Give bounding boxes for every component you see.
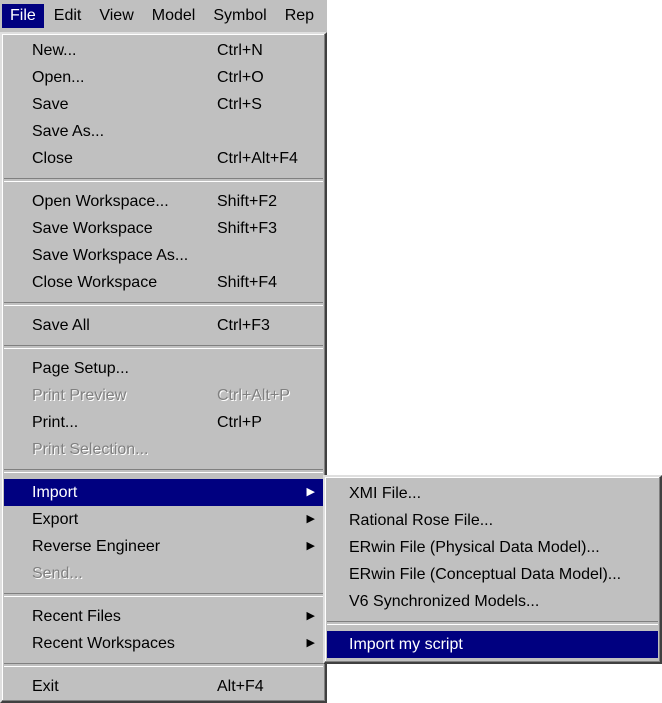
menu-edit[interactable]: Edit [46, 4, 90, 28]
menu-item-label: Save As... [32, 123, 105, 140]
menu-item-shortcut: Shift+F2 [217, 193, 278, 210]
menu-item-label: Reverse Engineer [32, 538, 161, 555]
menu-item-label: Recent Workspaces [32, 635, 175, 652]
menu-item-print[interactable]: Print... Ctrl+P [4, 409, 323, 436]
menu-item-label: Print... [32, 414, 79, 431]
menu-symbol[interactable]: Symbol [205, 4, 274, 28]
menu-item-save[interactable]: Save Ctrl+S [4, 91, 323, 118]
menu-item-recent-workspaces[interactable]: Recent Workspaces ▶ [4, 630, 323, 657]
menu-item-shortcut: Shift+F3 [217, 220, 278, 237]
menu-item-label: V6 Synchronized Models... [349, 593, 540, 610]
menu-item-label: Open Workspace... [32, 193, 169, 210]
menu-item-label: Recent Files [32, 608, 121, 625]
menu-item-send: Send... [4, 560, 323, 587]
menu-item-shortcut: Ctrl+Alt+F4 [217, 150, 298, 167]
menu-item-label: ERwin File (Conceptual Data Model)... [349, 566, 622, 583]
menu-item-shortcut: Ctrl+P [217, 414, 262, 431]
menu-item-label: Send... [32, 565, 83, 582]
menu-separator [4, 345, 323, 349]
menu-file[interactable]: File [2, 4, 44, 28]
menu-item-new[interactable]: New... Ctrl+N [4, 37, 323, 64]
menu-separator [4, 178, 323, 182]
triangle-right-icon: ▶ [306, 637, 315, 649]
menu-item-page-setup[interactable]: Page Setup... [4, 355, 323, 382]
menu-item-recent-files[interactable]: Recent Files ▶ [4, 603, 323, 630]
menu-separator [4, 469, 323, 473]
menu-item-label: Print Preview [32, 387, 127, 404]
menu-item-label: XMI File... [349, 485, 422, 502]
menu-item-label: Save Workspace [32, 220, 153, 237]
menu-item-shortcut: Ctrl+O [217, 69, 264, 86]
menu-item-export[interactable]: Export ▶ [4, 506, 323, 533]
menu-item-import[interactable]: Import ▶ [4, 479, 323, 506]
submenu-item-v6-synchronized-models[interactable]: V6 Synchronized Models... [327, 588, 658, 615]
menu-item-label: Save [32, 96, 69, 113]
menu-item-print-preview: Print Preview Ctrl+Alt+P [4, 382, 323, 409]
menu-item-print-selection: Print Selection... [4, 436, 323, 463]
menu-item-label: Exit [32, 678, 59, 695]
menu-item-label: Import [32, 484, 78, 501]
menu-view[interactable]: View [91, 4, 141, 28]
triangle-right-icon: ▶ [306, 540, 315, 552]
menu-item-label: Rational Rose File... [349, 512, 494, 529]
triangle-right-icon: ▶ [306, 513, 315, 525]
menu-item-label: Import my script [349, 636, 463, 653]
menu-report[interactable]: Rep [277, 4, 322, 28]
file-menu: New... Ctrl+N Open... Ctrl+O Save Ctrl+S… [0, 32, 327, 703]
menu-item-label: Close Workspace [32, 274, 158, 291]
menu-item-shortcut: Alt+F4 [217, 678, 264, 695]
menu-separator [4, 302, 323, 306]
menu-item-label: Open... [32, 69, 85, 86]
menu-item-shortcut: Ctrl+S [217, 96, 262, 113]
menu-item-shortcut: Ctrl+F3 [217, 317, 270, 334]
menu-item-shortcut: Shift+F4 [217, 274, 278, 291]
menu-item-open-workspace[interactable]: Open Workspace... Shift+F2 [4, 188, 323, 215]
menu-item-close[interactable]: Close Ctrl+Alt+F4 [4, 145, 323, 172]
menu-item-save-all[interactable]: Save All Ctrl+F3 [4, 312, 323, 339]
menu-item-label: Export [32, 511, 79, 528]
triangle-right-icon: ▶ [306, 610, 315, 622]
menu-bar: File Edit View Model Symbol Rep [0, 0, 327, 32]
menu-item-close-workspace[interactable]: Close Workspace Shift+F4 [4, 269, 323, 296]
menu-item-save-as[interactable]: Save As... [4, 118, 323, 145]
menu-item-label: Print Selection... [32, 441, 149, 458]
menu-separator [327, 621, 658, 625]
menu-item-save-workspace-as[interactable]: Save Workspace As... [4, 242, 323, 269]
menu-model[interactable]: Model [144, 4, 204, 28]
menu-item-shortcut: Ctrl+Alt+P [217, 387, 290, 404]
menu-item-label: Save Workspace As... [32, 247, 189, 264]
submenu-item-rational-rose-file[interactable]: Rational Rose File... [327, 507, 658, 534]
menu-item-label: Page Setup... [32, 360, 129, 377]
submenu-item-erwin-physical[interactable]: ERwin File (Physical Data Model)... [327, 534, 658, 561]
submenu-item-import-my-script[interactable]: Import my script [327, 631, 658, 658]
menu-item-reverse-engineer[interactable]: Reverse Engineer ▶ [4, 533, 323, 560]
menu-item-exit[interactable]: Exit Alt+F4 [4, 673, 323, 700]
triangle-right-icon: ▶ [306, 486, 315, 498]
menu-separator [4, 663, 323, 667]
submenu-item-erwin-conceptual[interactable]: ERwin File (Conceptual Data Model)... [327, 561, 658, 588]
menu-item-open[interactable]: Open... Ctrl+O [4, 64, 323, 91]
menu-item-label: New... [32, 42, 77, 59]
menu-item-shortcut: Ctrl+N [217, 42, 263, 59]
menu-separator [4, 593, 323, 597]
menu-item-label: Close [32, 150, 73, 167]
menu-item-label: Save All [32, 317, 90, 334]
menu-item-save-workspace[interactable]: Save Workspace Shift+F3 [4, 215, 323, 242]
import-submenu: XMI File... Rational Rose File... ERwin … [323, 475, 662, 664]
submenu-item-xmi-file[interactable]: XMI File... [327, 480, 658, 507]
menu-item-label: ERwin File (Physical Data Model)... [349, 539, 600, 556]
